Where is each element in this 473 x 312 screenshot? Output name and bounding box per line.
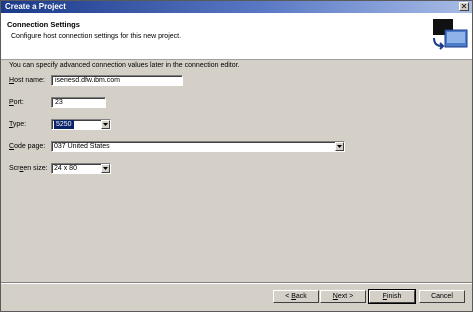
wizard-header: Connection Settings Configure host conne… — [1, 13, 472, 60]
window-title: Create a Project — [5, 2, 66, 11]
type-select[interactable]: 5250 — [51, 119, 111, 130]
finish-button[interactable]: Finish — [368, 289, 416, 304]
create-project-dialog: Create a Project ✕ Connection Settings C… — [0, 0, 473, 312]
screen-size-value: 24 x 80 — [54, 165, 77, 172]
chevron-down-icon[interactable] — [335, 142, 344, 151]
info-text: You can specify advanced connection valu… — [9, 62, 240, 69]
chevron-down-icon[interactable] — [101, 120, 110, 129]
screen-size-select[interactable]: 24 x 80 — [51, 163, 111, 174]
type-label: Type: — [9, 121, 27, 128]
next-button[interactable]: Next > — [320, 290, 366, 303]
port-input[interactable]: 23 — [51, 97, 106, 108]
back-button[interactable]: < Back — [273, 290, 319, 303]
title-bar[interactable]: Create a Project ✕ — [1, 1, 472, 13]
close-button[interactable]: ✕ — [459, 2, 469, 11]
screen-size-label: Screen size: — [9, 165, 48, 172]
host-name-label: Host name: — [9, 77, 45, 84]
code-page-value: 037 United States — [54, 143, 110, 150]
cancel-button[interactable]: Cancel — [419, 290, 465, 303]
footer-separator — [1, 282, 472, 284]
type-value: 5250 — [54, 120, 74, 129]
host-name-input[interactable]: iseriesd.dfw.ibm.com — [51, 75, 183, 86]
page-title: Connection Settings — [7, 20, 80, 29]
page-description: Configure host connection settings for t… — [11, 33, 182, 40]
code-page-select[interactable]: 037 United States — [51, 141, 345, 152]
connection-wizard-icon — [433, 19, 468, 50]
port-label: Port: — [9, 99, 24, 106]
settings-form: You can specify advanced connection valu… — [1, 60, 472, 280]
code-page-label: Code page: — [9, 143, 46, 150]
chevron-down-icon[interactable] — [101, 164, 110, 173]
